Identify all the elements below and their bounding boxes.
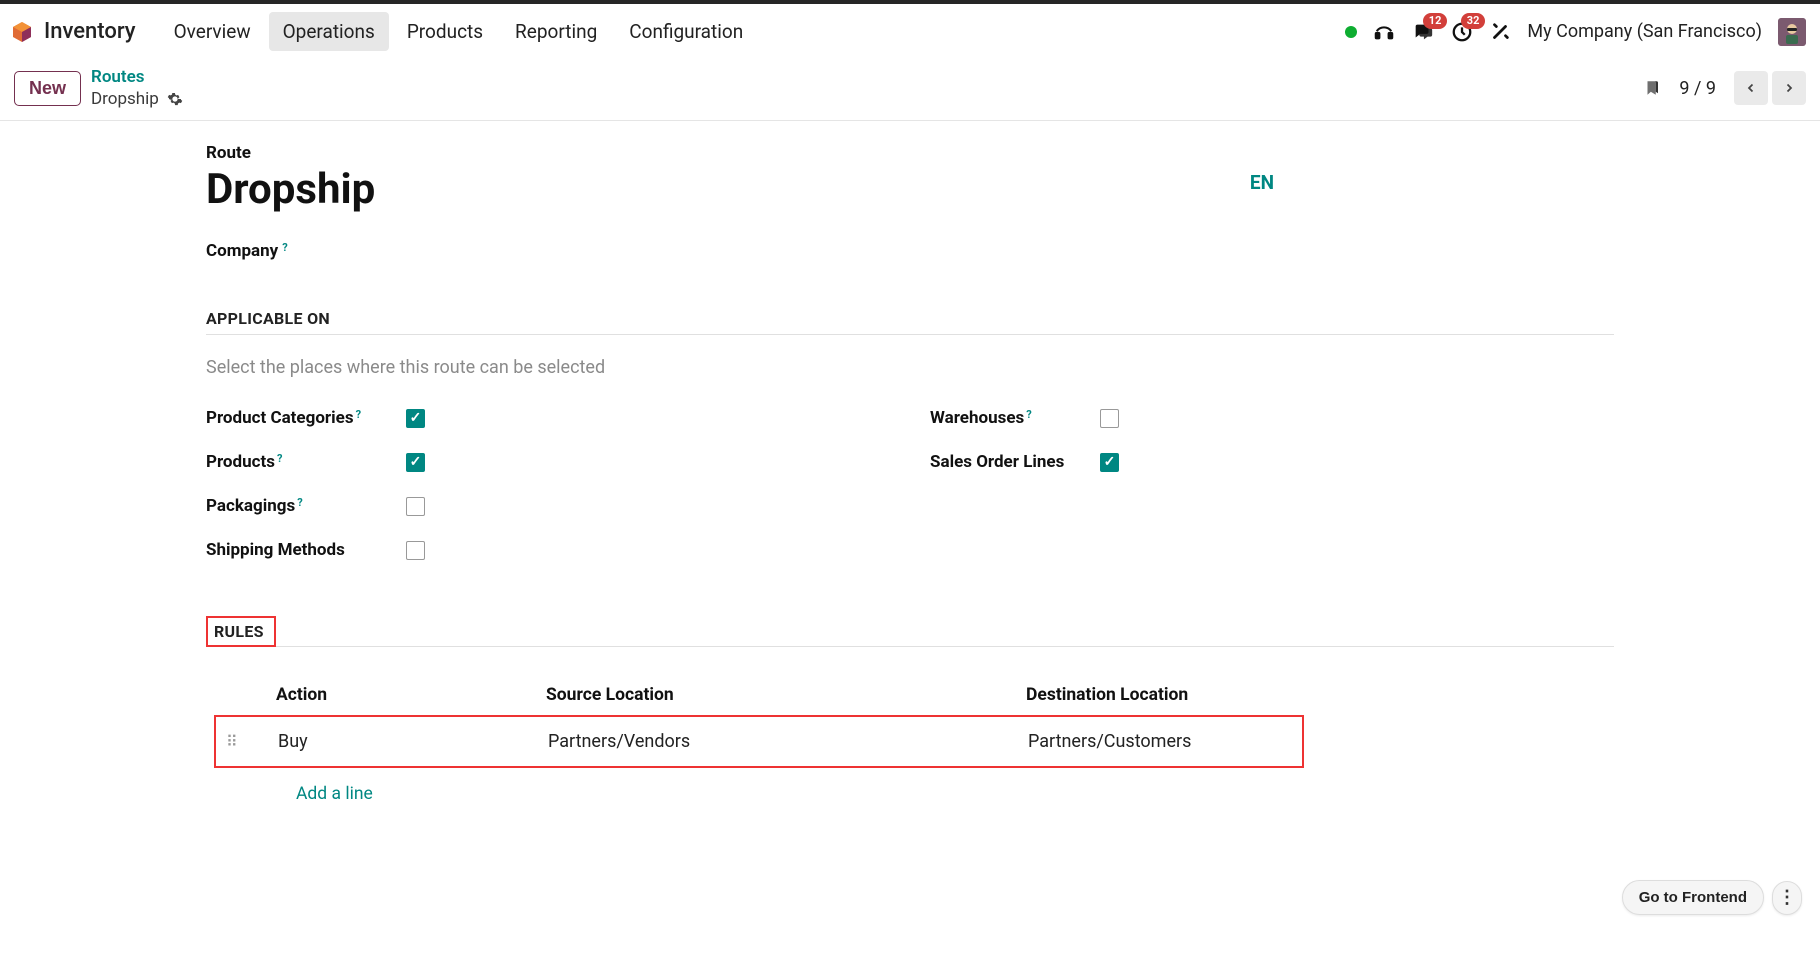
navbar: Inventory Overview Operations Products R… [0,4,1820,60]
help-icon[interactable]: ? [356,408,361,421]
rule-source-cell[interactable]: Partners/Vendors [548,731,1028,752]
company-field-label: Company [206,241,278,261]
pager-prev-button[interactable] [1734,71,1768,105]
product-categories-checkbox[interactable] [406,409,425,428]
warehouses-label: Warehouses [930,408,1024,428]
translate-button[interactable]: EN [1250,171,1274,194]
rules-header-action: Action [276,685,546,705]
applicable-on-hint: Select the places where this route can b… [206,357,1614,378]
rules-header-source: Source Location [546,685,1026,705]
tools-icon[interactable] [1489,21,1511,43]
drag-handle-icon[interactable]: ⠿ [226,732,278,751]
rules-section-title: RULES [214,622,264,641]
sales-order-lines-checkbox[interactable] [1100,453,1119,472]
company-switcher[interactable]: My Company (San Francisco) [1527,21,1762,42]
add-line-button[interactable]: Add a line [296,784,373,804]
rule-action-cell[interactable]: Buy [278,731,548,752]
help-icon[interactable]: ? [277,452,282,465]
messages-badge: 12 [1423,13,1448,29]
help-icon[interactable]: ? [1026,408,1031,421]
goto-frontend-button[interactable]: Go to Frontend [1622,880,1764,915]
shipping-methods-checkbox[interactable] [406,541,425,560]
form-sheet: Route Dropship EN Company ? APPLICABLE O… [170,121,1650,826]
phone-icon[interactable] [1373,21,1395,43]
nav-item-overview[interactable]: Overview [160,12,265,51]
breadcrumb: Routes Dropship [91,66,183,110]
table-row[interactable]: ⠿ Buy Partners/Vendors Partners/Customer… [216,717,1302,766]
packagings-label: Packagings [206,496,295,516]
help-icon[interactable]: ? [297,496,302,509]
rules-table: Action Source Location Destination Locat… [206,675,1614,804]
activity-icon[interactable]: 32 [1451,21,1473,43]
messages-icon[interactable]: 12 [1411,21,1435,43]
pager-next-button[interactable] [1772,71,1806,105]
nav-item-reporting[interactable]: Reporting [501,12,611,51]
kebab-icon[interactable]: ⋮ [1772,881,1802,915]
route-field-label: Route [206,143,1614,163]
app-logo-icon[interactable] [10,20,34,44]
products-checkbox[interactable] [406,453,425,472]
sales-order-lines-label: Sales Order Lines [930,452,1064,472]
nav-item-operations[interactable]: Operations [269,12,389,51]
control-panel: New Routes Dropship 9 / 9 [0,60,1820,121]
new-button[interactable]: New [14,71,81,106]
status-online-icon [1345,26,1357,38]
product-categories-label: Product Categories [206,408,354,428]
nav-item-products[interactable]: Products [393,12,497,51]
bookmark-icon[interactable] [1643,77,1661,99]
applicable-left-col: Product Categories ? Products ? Packagin… [206,408,890,584]
breadcrumb-current: Dropship [91,88,159,110]
products-label: Products [206,452,275,472]
applicable-on-section-title: APPLICABLE ON [206,309,1614,335]
route-name-input[interactable]: Dropship [206,167,375,213]
pager-text[interactable]: 9 / 9 [1679,78,1716,99]
app-title[interactable]: Inventory [44,19,136,44]
gear-icon[interactable] [167,91,183,107]
warehouses-checkbox[interactable] [1100,409,1119,428]
user-avatar[interactable] [1778,18,1806,46]
activity-badge: 32 [1461,13,1486,29]
rule-dest-cell[interactable]: Partners/Customers [1028,731,1292,752]
packagings-checkbox[interactable] [406,497,425,516]
applicable-right-col: Warehouses ? Sales Order Lines [930,408,1614,584]
help-icon[interactable]: ? [282,241,287,254]
shipping-methods-label: Shipping Methods [206,540,345,560]
nav-item-configuration[interactable]: Configuration [615,12,757,51]
breadcrumb-parent[interactable]: Routes [91,66,183,88]
rules-header-dest: Destination Location [1026,685,1604,705]
nav-menu: Overview Operations Products Reporting C… [160,12,758,51]
